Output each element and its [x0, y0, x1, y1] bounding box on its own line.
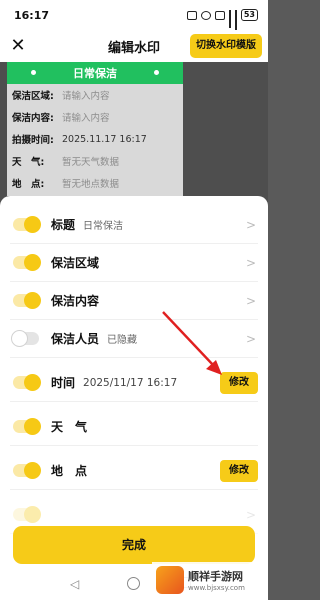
watermark-label: 天 气: [12, 157, 45, 168]
header: ✕ 编辑水印 切换水印模版 [0, 30, 268, 62]
watermark-label: 拍摄时间: [12, 135, 54, 146]
status-bar: 16:17 53 [0, 0, 268, 34]
watermark-value: 2025.11.17 16:17 [62, 133, 147, 145]
setting-label: 保洁人员 [51, 332, 100, 346]
setting-label: 保洁区域 [51, 256, 100, 270]
setting-label: 地 点 [51, 464, 88, 478]
watermark-value: 暂无天气数据 [62, 157, 120, 168]
chevron-right-icon[interactable]: > [244, 256, 258, 270]
watermark-row: 保洁区域: 请输入内容 [7, 84, 183, 106]
setting-label: 保洁内容 [51, 294, 100, 308]
watermark-row: 地 点: 暂无地点数据 [7, 172, 183, 194]
logo-icon [156, 566, 184, 594]
setting-row-area[interactable]: 保洁区域 > [10, 244, 258, 282]
watermark-header: 日常保洁 [7, 62, 183, 84]
watermark-value: 请输入内容 [62, 91, 110, 102]
chevron-right-icon[interactable]: > [244, 332, 258, 346]
back-icon[interactable]: ◁ [70, 577, 79, 591]
status-icons: 53 [186, 9, 258, 34]
watermark-title: 日常保洁 [73, 67, 117, 80]
alarm-icon [200, 10, 211, 20]
setting-row-weather[interactable]: 天 气 [10, 408, 258, 446]
setting-row-content[interactable]: 保洁内容 > [10, 282, 258, 320]
watermark-label: 地 点: [12, 179, 45, 190]
watermark-label: 保洁内容: [12, 113, 54, 124]
toggle-switch[interactable] [13, 254, 41, 271]
toggle-switch[interactable] [13, 506, 41, 523]
dot-icon [154, 70, 159, 75]
setting-value: 2025/11/17 16:17 [83, 376, 178, 389]
toggle-switch[interactable] [11, 330, 39, 347]
close-icon[interactable]: ✕ [8, 36, 28, 56]
toggle-switch[interactable] [13, 462, 41, 479]
edit-location-button[interactable]: 修改 [220, 459, 258, 482]
watermark-row: 天 气: 暂无天气数据 [7, 150, 183, 172]
setting-value: 已隐藏 [107, 335, 138, 346]
toggle-switch[interactable] [13, 418, 41, 435]
toggle-switch[interactable] [13, 374, 41, 391]
watermark-preview: 日常保洁 保洁区域: 请输入内容 保洁内容: 请输入内容 拍摄时间: 2025.… [7, 62, 183, 196]
logo-title: 顺祥手游网 [188, 570, 243, 583]
setting-row-location[interactable]: 地 点 修改 [10, 452, 258, 490]
setting-label: 时间 [51, 376, 76, 390]
switch-template-button[interactable]: 切换水印模版 [190, 34, 262, 58]
setting-value: 日常保洁 [83, 221, 124, 232]
watermark-label: 保洁区域: [12, 91, 54, 102]
watermark-value: 暂无地点数据 [62, 179, 120, 190]
home-icon[interactable] [127, 577, 140, 590]
screenshot-icon [186, 10, 197, 20]
setting-row-title[interactable]: 标题 日常保洁 > [10, 206, 258, 244]
toggle-switch[interactable] [13, 216, 41, 233]
setting-label: 标题 [51, 218, 76, 232]
wifi-icon [228, 10, 231, 28]
watermark-row: 拍摄时间: 2025.11.17 16:17 [7, 128, 183, 150]
watermark-value: 请输入内容 [62, 113, 110, 124]
done-button[interactable]: 完成 [13, 526, 255, 564]
status-time: 16:17 [14, 8, 50, 22]
edit-time-button[interactable]: 修改 [220, 371, 258, 394]
signal-icon [234, 10, 237, 34]
toggle-switch[interactable] [13, 292, 41, 309]
chevron-right-icon[interactable]: > [244, 508, 258, 522]
setting-row-time[interactable]: 时间 2025/11/17 16:17 修改 [10, 364, 258, 402]
dot-icon [31, 70, 36, 75]
settings-sheet: 标题 日常保洁 > 保洁区域 > 保洁内容 > 保洁人员 已隐藏 > 时间 20… [0, 196, 268, 600]
site-logo: 顺祥手游网 www.bjsxsy.com [152, 562, 264, 598]
logo-subtitle: www.bjsxsy.com [188, 584, 245, 592]
setting-row-staff[interactable]: 保洁人员 已隐藏 > [10, 320, 258, 358]
watermark-row: 保洁内容: 请输入内容 [7, 106, 183, 128]
chevron-right-icon[interactable]: > [244, 218, 258, 232]
battery-icon: 53 [240, 9, 258, 21]
setting-label: 天 气 [51, 420, 88, 434]
chevron-right-icon[interactable]: > [244, 294, 258, 308]
nfc-icon [214, 10, 225, 20]
